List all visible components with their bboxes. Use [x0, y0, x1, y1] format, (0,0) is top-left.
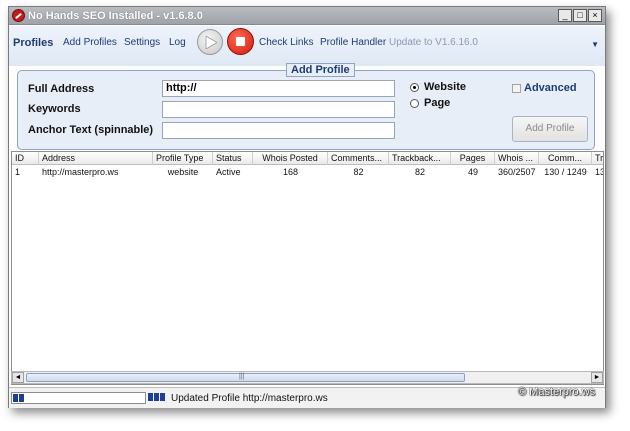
keywords-input[interactable] [162, 101, 395, 118]
column-header-whois-posted[interactable]: Whois Posted [253, 152, 328, 165]
scroll-thumb[interactable]: ||| [26, 373, 465, 382]
column-header-trackbacks[interactable]: Trackback... [389, 152, 451, 165]
title-bar[interactable]: No Hands SEO Installed - v1.6.8.0 _ □ × [9, 7, 605, 25]
watermark-text: © Masterpro.ws [518, 386, 596, 398]
tab-settings[interactable]: Settings [124, 37, 160, 48]
cell-status: Active [216, 167, 241, 177]
cell-trackbacks: 82 [414, 167, 425, 177]
column-header-tr[interactable]: Tr [592, 152, 603, 165]
play-icon [205, 36, 217, 49]
tab-add-profiles[interactable]: Add Profiles [63, 37, 117, 48]
app-window: No Hands SEO Installed - v1.6.8.0 _ □ × … [8, 6, 606, 408]
full-address-input[interactable]: http:// [162, 80, 395, 97]
cell-id: 1 [15, 167, 21, 177]
anchor-text-input[interactable] [162, 122, 395, 139]
table-header: ID Address Profile Type Status Whois Pos… [12, 152, 603, 165]
add-profile-panel: Add Profile Full Address http:// Keyword… [17, 63, 595, 150]
page-radio[interactable] [410, 99, 419, 108]
scroll-right-button[interactable]: ► [591, 372, 603, 383]
panel-title: Add Profile [286, 63, 355, 77]
cell-tr: 13 [595, 167, 603, 177]
minimize-button[interactable]: _ [558, 9, 572, 22]
play-button[interactable] [197, 29, 223, 55]
progress-fill [13, 394, 24, 402]
stop-button[interactable] [227, 28, 254, 55]
progress-block [160, 393, 165, 401]
full-address-label: Full Address [28, 83, 95, 95]
anchor-text-label: Anchor Text (spinnable) [28, 124, 154, 136]
cell-whois-posted: 168 [282, 167, 299, 177]
tab-profiles[interactable]: Profiles [13, 37, 53, 49]
tab-check-links[interactable]: Check Links [259, 37, 313, 48]
cell-comm: 130 / 1249 [544, 167, 587, 177]
grip-icon: ||| [239, 373, 245, 380]
advanced-label: Advanced [524, 82, 577, 94]
chevron-down-icon[interactable]: ▼ [591, 40, 599, 49]
cell-address: http://masterpro.ws [42, 167, 119, 177]
status-bar: Updated Profile http://masterpro.ws [9, 387, 605, 408]
update-link[interactable]: Update to V1.6.16.0 [389, 37, 478, 48]
progress-bar [11, 392, 146, 404]
add-profile-button[interactable]: Add Profile [512, 116, 588, 142]
column-header-id[interactable]: ID [12, 152, 39, 165]
status-message: Updated Profile http://masterpro.ws [171, 393, 328, 404]
progress-block [154, 393, 159, 401]
scroll-left-button[interactable]: ◄ [12, 372, 24, 383]
progress-block [148, 393, 153, 401]
cell-profile-type: website [167, 167, 199, 177]
column-header-pages[interactable]: Pages [451, 152, 495, 165]
column-header-comments[interactable]: Comments... [328, 152, 389, 165]
column-header-status[interactable]: Status [213, 152, 253, 165]
table-row[interactable]: 1 http://masterpro.ws website Active 168… [12, 166, 603, 178]
column-header-address[interactable]: Address [39, 152, 153, 165]
maximize-button[interactable]: □ [573, 9, 587, 22]
tab-profile-handler[interactable]: Profile Handler [320, 37, 386, 48]
window-title: No Hands SEO Installed - v1.6.8.0 [28, 10, 203, 22]
toolbar: Profiles Add Profiles Settings Log Check… [9, 26, 605, 66]
advanced-checkbox[interactable] [512, 84, 521, 93]
window-controls: _ □ × [558, 9, 602, 22]
app-logo-icon [12, 9, 25, 22]
website-radio-label: Website [424, 81, 466, 93]
horizontal-scrollbar[interactable]: ◄ ||| ► [11, 371, 604, 384]
progress-block [13, 394, 18, 402]
cell-whois: 360/2507 [498, 167, 536, 177]
profiles-table: ID Address Profile Type Status Whois Pos… [11, 151, 604, 385]
website-radio[interactable] [410, 83, 419, 92]
column-header-comm[interactable]: Comm... [539, 152, 592, 165]
page-radio-label: Page [424, 97, 451, 109]
activity-indicator [148, 393, 165, 401]
column-header-whois[interactable]: Whois ... [495, 152, 539, 165]
cell-pages: 49 [467, 167, 478, 177]
keywords-label: Keywords [28, 103, 81, 115]
progress-block [19, 394, 24, 402]
column-header-profile-type[interactable]: Profile Type [153, 152, 213, 165]
close-button[interactable]: × [588, 9, 602, 22]
cell-comments: 82 [353, 167, 364, 177]
tab-log[interactable]: Log [169, 37, 186, 48]
